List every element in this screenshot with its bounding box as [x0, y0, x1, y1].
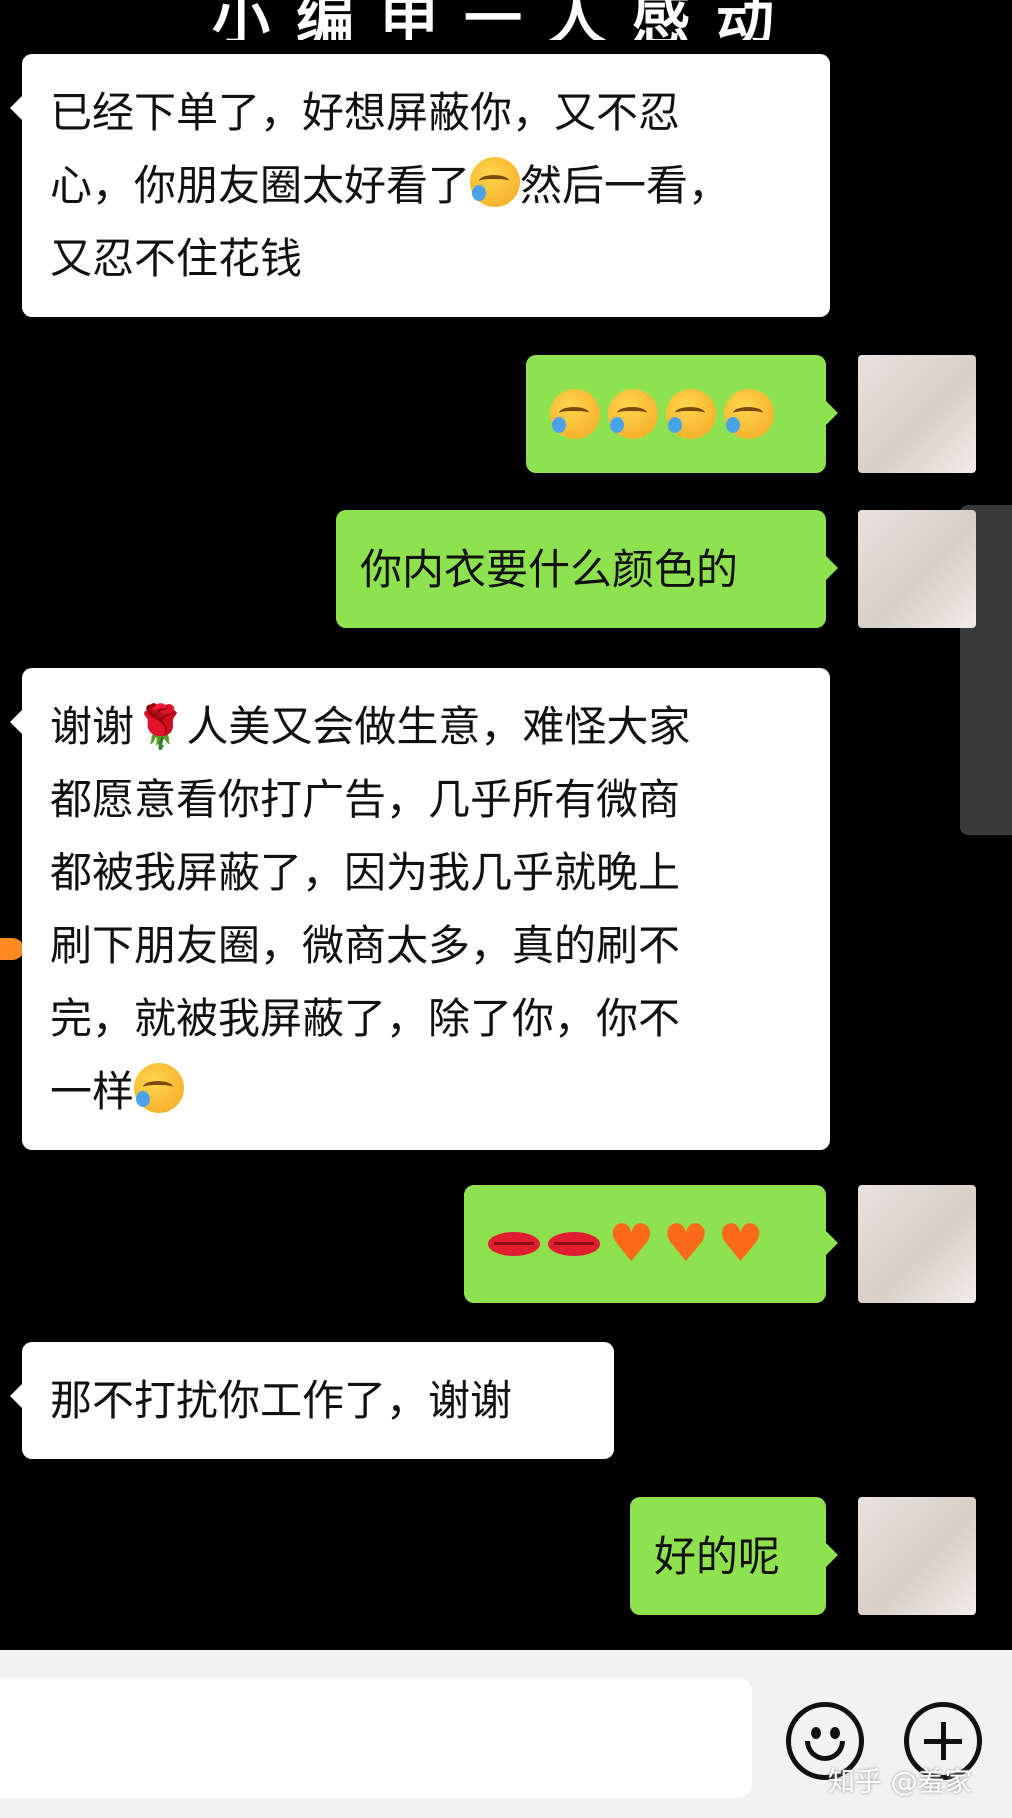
eye [830, 1727, 840, 1739]
message-line: 谢谢🌹人美又会做生意，难怪大家 [50, 690, 802, 763]
banner: 小编申一人感动 [0, 0, 1012, 40]
message-line: 心，你朋友圈太好看了 然后一看， [50, 149, 802, 222]
message-bubble-outgoing[interactable] [526, 355, 838, 473]
message-bubble-incoming[interactable]: 谢谢🌹人美又会做生意，难怪大家 都愿意看你打广告，几乎所有微商 都被我屏蔽了，因… [10, 668, 830, 1150]
heart-emoji-icon: ♥ [662, 1214, 710, 1274]
message-text: 心，你朋友圈太好看了 [50, 161, 471, 210]
heart-emoji-icon: ♥ [717, 1214, 764, 1274]
message-line: 都被我屏蔽了，因为我几乎就晚上 [50, 848, 681, 897]
facepalm-emoji-icon [550, 389, 600, 439]
message-bubble-incoming[interactable]: 那不打扰你工作了，谢谢 [10, 1342, 614, 1459]
message-line: 一样 [50, 1055, 802, 1128]
eye [811, 1727, 821, 1739]
heart-emoji-icon: ♥ [608, 1214, 655, 1274]
message-text: 你内衣要什么颜色的 [360, 544, 739, 594]
message-bubble-incoming[interactable]: 已经下单了，好想屏蔽你，又不忍 心，你朋友圈太好看了 然后一看， 又忍不住花钱 [10, 54, 830, 317]
watermark: 知乎 @羞家 [828, 1767, 972, 1798]
lips-emoji-icon [548, 1232, 600, 1256]
message-bubble-outgoing[interactable]: 好的呢 [630, 1497, 838, 1615]
avatar[interactable] [858, 1497, 976, 1615]
message-text: 一样 [50, 1067, 135, 1116]
message-bubble-outgoing[interactable]: 你内衣要什么颜色的 [336, 510, 838, 628]
banner-text: 小编申一人感动 [211, 0, 800, 40]
emoji-row [550, 389, 774, 439]
lips-emoji-icon [488, 1232, 540, 1256]
avatar[interactable] [858, 355, 976, 473]
facepalm-emoji-icon [134, 1063, 185, 1113]
message-text: 谢谢 [50, 702, 135, 751]
facepalm-emoji-icon [608, 389, 658, 439]
message-line: 完，就被我屏蔽了，除了你，你不 [50, 994, 681, 1043]
message-line: 都愿意看你打广告，几乎所有微商 [50, 775, 681, 824]
message-input[interactable] [0, 1678, 752, 1798]
message-text: 那不打扰你工作了，谢谢 [50, 1376, 513, 1425]
message-text: 好的呢 [654, 1531, 781, 1581]
facepalm-emoji-icon [470, 157, 521, 207]
side-indicator [0, 938, 24, 960]
mouth [805, 1741, 845, 1761]
message-bubble-outgoing[interactable]: ♥ ♥ ♥ [464, 1185, 838, 1303]
avatar[interactable] [858, 510, 976, 628]
facepalm-emoji-icon [666, 389, 716, 439]
message-text: 然后一看， [520, 161, 731, 210]
message-text: 人美又会做生意，难怪大家 [186, 702, 691, 751]
message-line: 已经下单了，好想屏蔽你，又不忍 [50, 88, 681, 137]
facepalm-emoji-icon [724, 389, 774, 439]
emoji-row: ♥ ♥ ♥ [488, 1218, 764, 1270]
avatar[interactable] [858, 1185, 976, 1303]
rose-emoji-icon: 🌹 [134, 702, 187, 751]
message-line: 又忍不住花钱 [50, 234, 303, 283]
message-line: 刷下朋友圈，微商太多，真的刷不 [50, 921, 681, 970]
plus-vertical [941, 1722, 946, 1760]
